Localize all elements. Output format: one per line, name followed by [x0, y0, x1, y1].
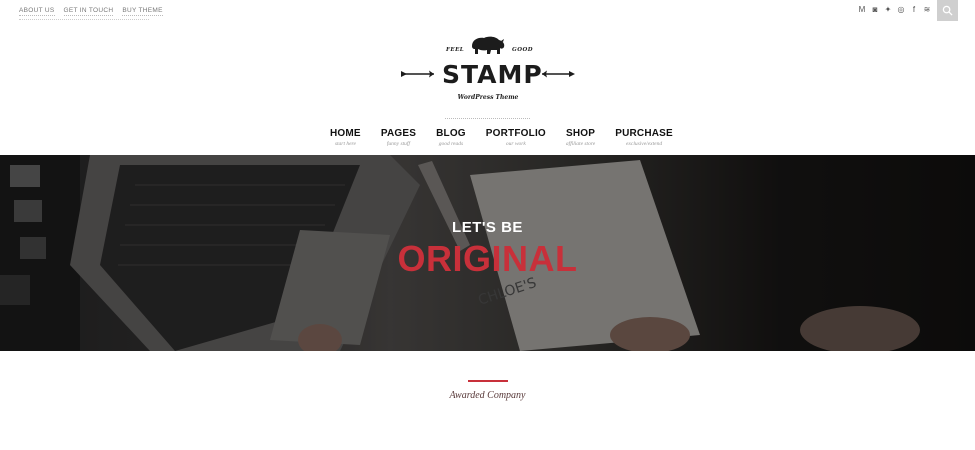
- social-links: M ◙ ✦ ◎ f ≋: [858, 5, 931, 14]
- top-links: ABOUT US GET IN TOUCH BUY THEME: [19, 7, 163, 16]
- nav-label: HOME: [330, 128, 361, 139]
- site-logo[interactable]: FEEL GOOD STAMP WordPress Theme: [398, 34, 578, 106]
- search-button[interactable]: [937, 0, 958, 21]
- section-title: Awarded Company: [449, 390, 526, 401]
- nav-item-purchase[interactable]: PURCHASE exclusive/extend: [615, 128, 673, 147]
- main-nav: HOME start here PAGES funny stuff BLOG g…: [330, 128, 673, 147]
- logo-tagline: WordPress Theme: [457, 94, 519, 101]
- nav-sublabel: exclusive/extend: [626, 141, 663, 147]
- get-in-touch-link[interactable]: GET IN TOUCH: [63, 7, 114, 16]
- nav-item-home[interactable]: HOME start here: [330, 128, 361, 147]
- medium-icon[interactable]: M: [858, 5, 866, 14]
- nav-item-portfolio[interactable]: PORTFOLIO our work: [486, 128, 546, 147]
- twitter-icon[interactable]: ✦: [884, 5, 892, 14]
- arrow-right-icon: [542, 70, 575, 78]
- nav-label: PURCHASE: [615, 128, 673, 139]
- search-icon: [942, 5, 953, 16]
- hero-heading-small: LET'S BE: [452, 219, 523, 236]
- rss-icon[interactable]: ≋: [923, 5, 931, 14]
- dribbble-icon[interactable]: ◎: [897, 5, 905, 14]
- about-us-link[interactable]: ABOUT US: [19, 7, 55, 16]
- nav-item-shop[interactable]: SHOP affiliate store: [566, 128, 595, 147]
- nav-item-blog[interactable]: BLOG good reads: [436, 128, 466, 147]
- logo-divider: [445, 118, 530, 119]
- buy-theme-link[interactable]: BUY THEME: [122, 7, 163, 16]
- nav-sublabel: our work: [505, 141, 526, 147]
- nav-sublabel: good reads: [438, 141, 464, 147]
- nav-label: PAGES: [380, 128, 417, 139]
- arrow-left-icon: [401, 70, 434, 78]
- facebook-icon[interactable]: f: [910, 5, 918, 14]
- top-divider: [19, 19, 149, 20]
- nav-label: BLOG: [436, 128, 466, 139]
- bison-icon: [472, 36, 505, 54]
- nav-item-pages[interactable]: PAGES funny stuff: [381, 128, 416, 147]
- top-bar: ABOUT US GET IN TOUCH BUY THEME M ◙ ✦ ◎ …: [0, 0, 975, 22]
- hero-heading-large: ORIGINAL: [397, 238, 578, 279]
- nav-sublabel: affiliate store: [565, 141, 596, 147]
- nav-label: SHOP: [565, 128, 596, 139]
- nav-sublabel: funny stuff: [386, 141, 410, 147]
- nav-sublabel: start here: [334, 141, 356, 147]
- nav-label: PORTFOLIO: [485, 128, 546, 139]
- logo-good-text: GOOD: [512, 47, 534, 53]
- section-accent-bar: [468, 380, 508, 382]
- instagram-icon[interactable]: ◙: [871, 5, 879, 14]
- logo-title: STAMP: [442, 60, 543, 89]
- hero-banner: CHLOE'S LET'S BE ORIGINAL: [0, 155, 975, 351]
- logo-feel-text: FEEL: [446, 47, 465, 53]
